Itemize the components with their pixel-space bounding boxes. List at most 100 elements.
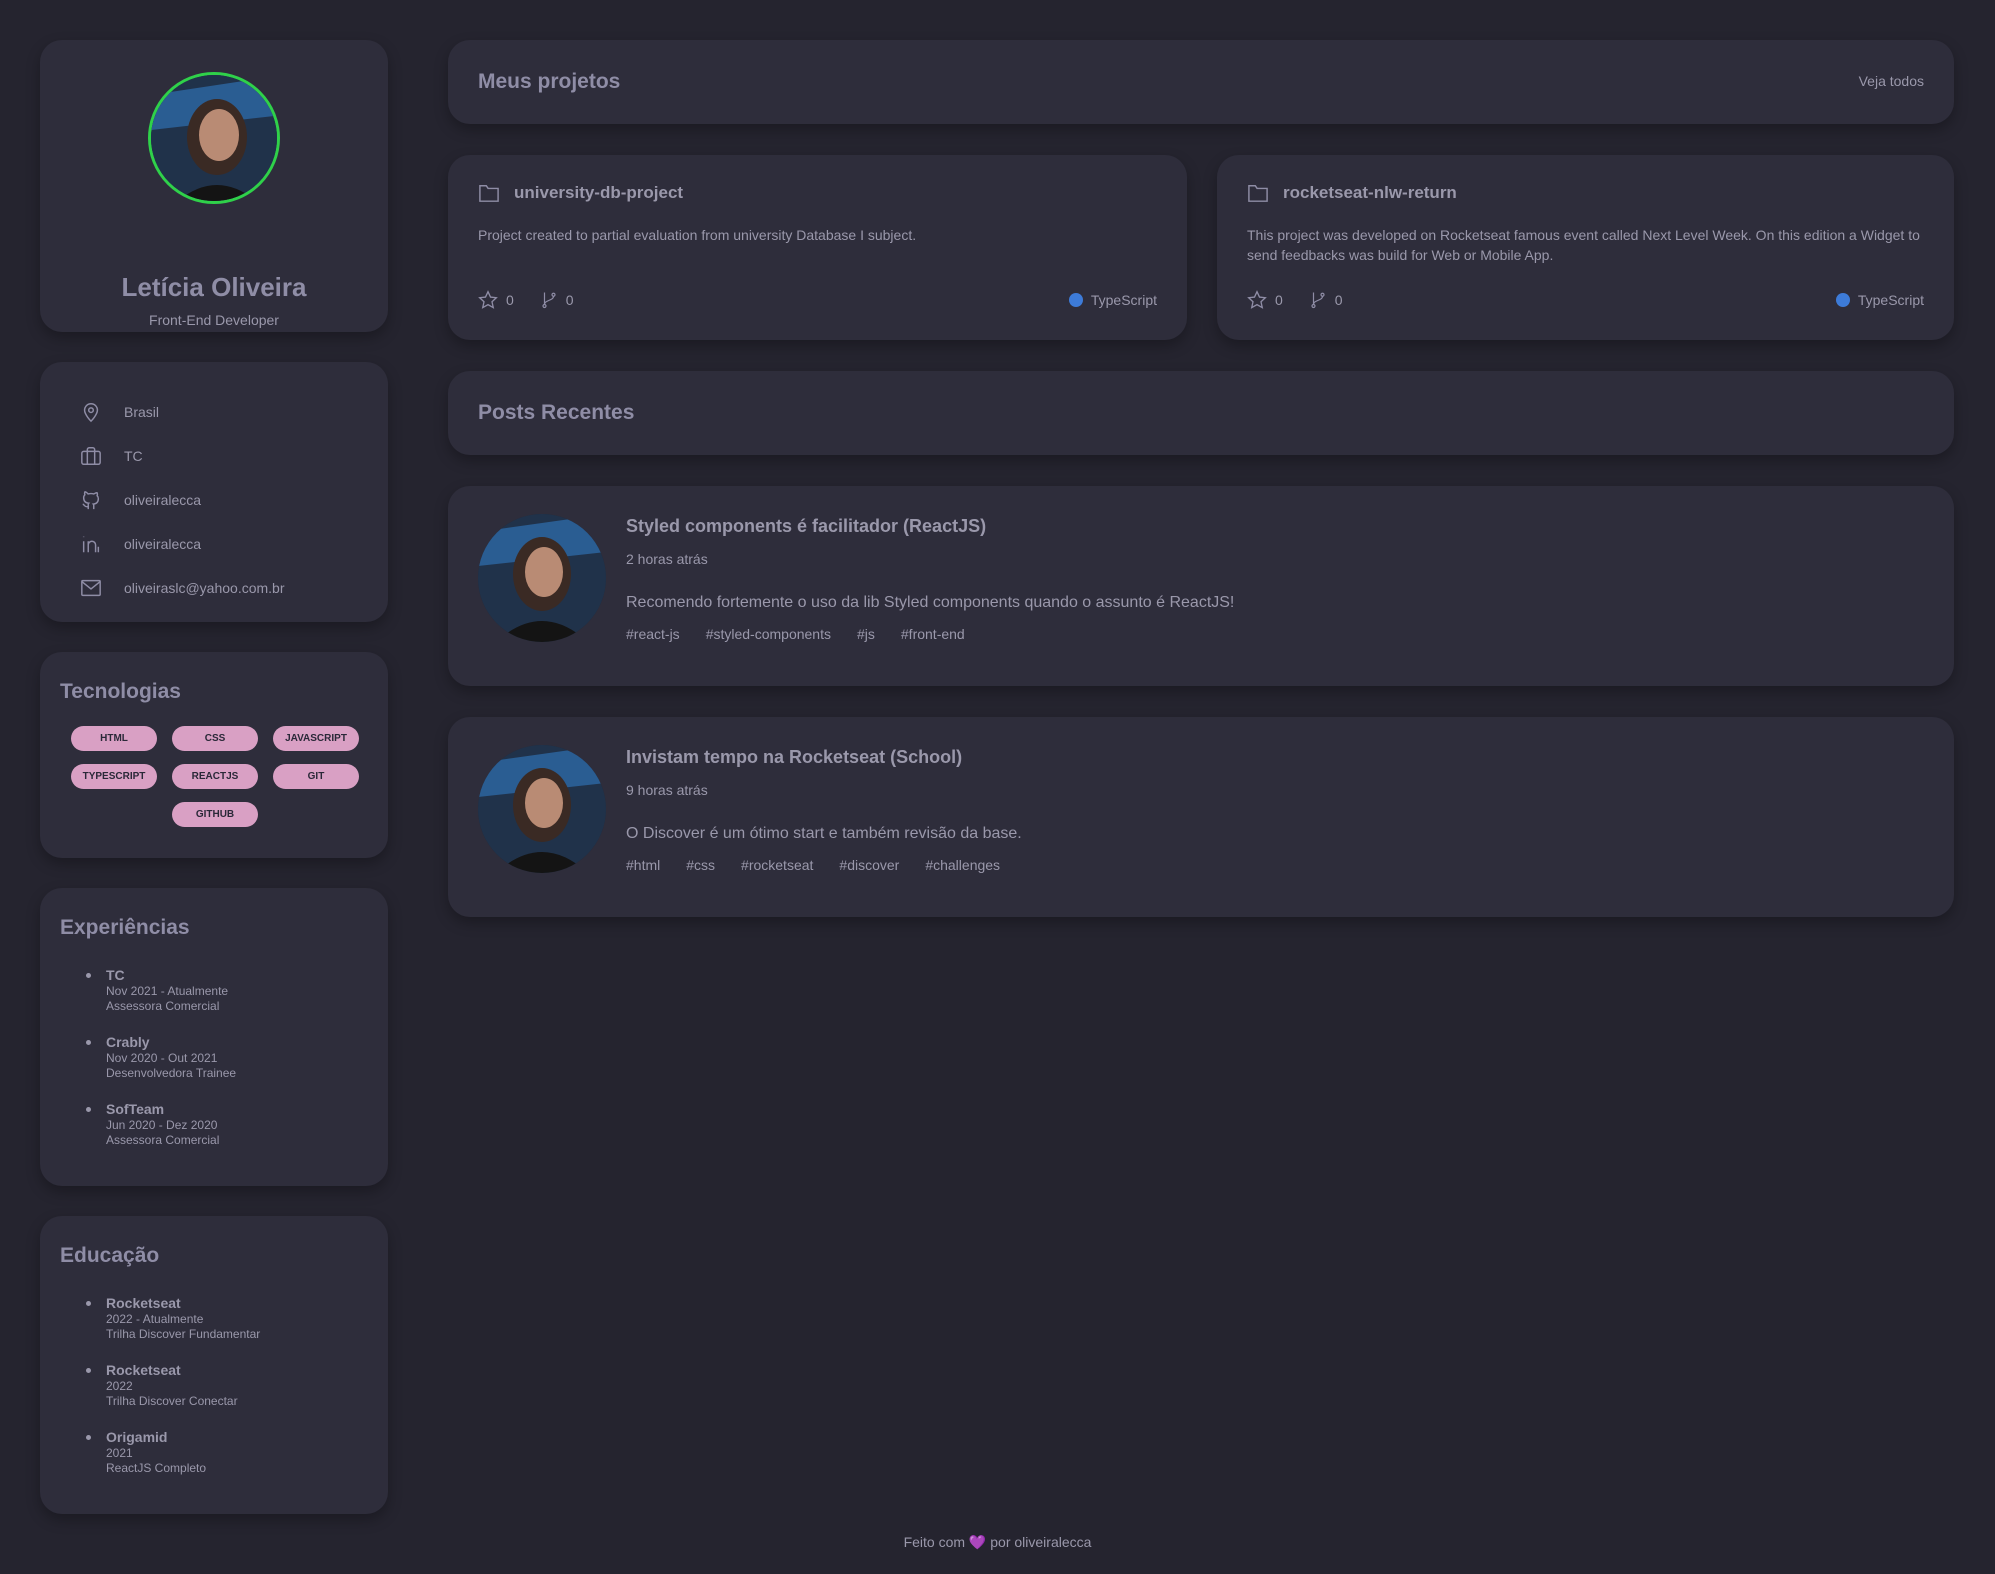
tech-tag: TYPESCRIPT	[71, 764, 157, 789]
post-tag[interactable]: #rocketseat	[741, 857, 813, 873]
linkedin-icon	[78, 531, 104, 557]
repo-language-label: TypeScript	[1090, 292, 1157, 308]
profile-card: Letícia Oliveira Front-End Developer	[40, 40, 388, 332]
tech-tag: REACTJS	[172, 764, 258, 789]
see-all-projects-link[interactable]: Veja todos	[1859, 73, 1924, 89]
post-tags: #html #css #rocketseat #discover #challe…	[626, 857, 1000, 873]
post-tag[interactable]: #css	[686, 857, 715, 873]
post-tag[interactable]: #react-js	[626, 626, 680, 642]
posts-header: Posts Recentes	[448, 371, 1954, 455]
repo-header: rocketseat-nlw-return	[1247, 183, 1457, 203]
info-company-text: TC	[124, 448, 143, 464]
repo-language: TypeScript	[1068, 292, 1157, 308]
info-item-linkedin[interactable]: oliveiralecca	[78, 522, 285, 566]
posts-title: Posts Recentes	[478, 401, 635, 424]
experiences-card: Experiências TC Nov 2021 - Atualmente As…	[40, 888, 388, 1186]
post-tags: #react-js #styled-components #js #front-…	[626, 626, 965, 642]
education-course: ReactJS Completo	[106, 1461, 207, 1475]
post-tag[interactable]: #js	[857, 626, 875, 642]
profile-avatar	[148, 72, 280, 204]
language-dot	[1835, 293, 1850, 307]
experience-role: Assessora Comercial	[106, 999, 220, 1013]
experience-company: Crably	[106, 1034, 150, 1050]
post-body: Recomendo fortemente o uso da lib Styled…	[626, 594, 1235, 611]
info-linkedin-text[interactable]: oliveiralecca	[124, 536, 201, 552]
briefcase-icon	[78, 443, 104, 469]
education-period: 2022	[106, 1379, 133, 1393]
education-card: Educação Rocketseat 2022 - Atualmente Tr…	[40, 1216, 388, 1514]
experience-item: Crably Nov 2020 - Out 2021 Desenvolvedor…	[86, 1033, 236, 1081]
post-body: O Discover é um ótimo start e também rev…	[626, 825, 1022, 842]
tech-tag: GITHUB	[172, 802, 258, 827]
repo-forks-count: 0	[1334, 292, 1343, 308]
education-school: Origamid	[106, 1429, 168, 1445]
experience-item: SofTeam Jun 2020 - Dez 2020 Assessora Co…	[86, 1100, 236, 1148]
education-school: Rocketseat	[106, 1362, 181, 1378]
experience-period: Jun 2020 - Dez 2020	[106, 1118, 218, 1132]
post-tag[interactable]: #discover	[839, 857, 899, 873]
technologies-card: Tecnologias HTML CSS JAVASCRIPT TYPESCRI…	[40, 652, 388, 858]
avatar-photo-icon	[478, 745, 606, 873]
profile-role: Front-End Developer	[149, 312, 279, 328]
post-author-avatar	[478, 514, 606, 642]
education-item: Rocketseat 2022 Trilha Discover Conectar	[86, 1361, 260, 1409]
post-tag[interactable]: #front-end	[901, 626, 965, 642]
repo-card[interactable]: rocketseat-nlw-return This project was d…	[1217, 155, 1954, 340]
education-course: Trilha Discover Fundamentar	[106, 1327, 261, 1341]
experience-company: SofTeam	[106, 1101, 165, 1117]
repo-name[interactable]: university-db-project	[514, 183, 683, 203]
star-icon	[1247, 290, 1267, 309]
post-card[interactable]: Styled components é facilitador (ReactJS…	[448, 486, 1954, 686]
repo-stats: 0 0	[478, 290, 574, 310]
education-item: Rocketseat 2022 - Atualmente Trilha Disc…	[86, 1294, 260, 1342]
language-dot	[1068, 293, 1083, 307]
repo-forks-count: 0	[565, 292, 574, 308]
tech-tag: GIT	[273, 764, 359, 789]
fork-icon	[1311, 292, 1325, 309]
repo-stars-count: 0	[506, 292, 514, 308]
experience-period: Nov 2020 - Out 2021	[106, 1051, 218, 1065]
info-item-email[interactable]: oliveiraslc@yahoo.com.br	[78, 566, 285, 610]
experiences-list: TC Nov 2021 - Atualmente Assessora Comer…	[86, 966, 236, 1167]
repo-name[interactable]: rocketseat-nlw-return	[1283, 183, 1457, 203]
tech-tag: JAVASCRIPT	[273, 726, 359, 751]
profile-name: Letícia Oliveira	[121, 272, 307, 302]
repo-card[interactable]: university-db-project Project created to…	[448, 155, 1187, 340]
repo-stats: 0 0	[1247, 290, 1343, 310]
info-item-location: Brasil	[78, 390, 285, 434]
technologies-list: HTML CSS JAVASCRIPT TYPESCRIPT REACTJS G…	[70, 726, 360, 827]
footer-author[interactable]: por oliveiralecca	[990, 1534, 1091, 1550]
repo-language: TypeScript	[1835, 292, 1924, 308]
experience-company: TC	[106, 967, 125, 983]
info-email-text[interactable]: oliveiraslc@yahoo.com.br	[124, 580, 285, 596]
post-tag[interactable]: #styled-components	[706, 626, 831, 642]
post-title[interactable]: Invistam tempo na Rocketseat (School)	[626, 747, 962, 768]
footer: Feito com 💜 por oliveiralecca	[0, 1534, 1995, 1551]
contact-info-list: Brasil TC oliveiralecca oliveiralecca ol…	[78, 390, 285, 610]
post-title[interactable]: Styled components é facilitador (ReactJS…	[626, 516, 986, 537]
experience-role: Assessora Comercial	[106, 1133, 220, 1147]
info-github-text[interactable]: oliveiralecca	[124, 492, 201, 508]
tech-tag: HTML	[71, 726, 157, 751]
repo-description: Project created to partial evaluation fr…	[478, 227, 917, 243]
post-timestamp: 9 horas atrás	[626, 782, 708, 798]
projects-header: Meus projetos Veja todos	[448, 40, 1954, 124]
info-location-text: Brasil	[124, 404, 160, 420]
repo-description: This project was developed on Rocketseat…	[1247, 227, 1920, 263]
github-icon	[78, 487, 104, 513]
education-course: Trilha Discover Conectar	[106, 1394, 238, 1408]
post-tag[interactable]: #challenges	[925, 857, 1000, 873]
experience-role: Desenvolvedora Trainee	[106, 1066, 237, 1080]
post-tag[interactable]: #html	[626, 857, 660, 873]
experience-period: Nov 2021 - Atualmente	[106, 984, 229, 998]
repo-language-label: TypeScript	[1857, 292, 1924, 308]
post-author-avatar	[478, 745, 606, 873]
avatar-photo-icon	[478, 514, 606, 642]
education-item: Origamid 2021 ReactJS Completo	[86, 1428, 260, 1476]
footer-prefix: Feito com	[903, 1534, 966, 1550]
tech-tag: CSS	[172, 726, 258, 751]
info-item-github[interactable]: oliveiralecca	[78, 478, 285, 522]
star-icon	[478, 290, 498, 309]
post-timestamp: 2 horas atrás	[626, 551, 708, 567]
post-card[interactable]: Invistam tempo na Rocketseat (School) 9 …	[448, 717, 1954, 917]
